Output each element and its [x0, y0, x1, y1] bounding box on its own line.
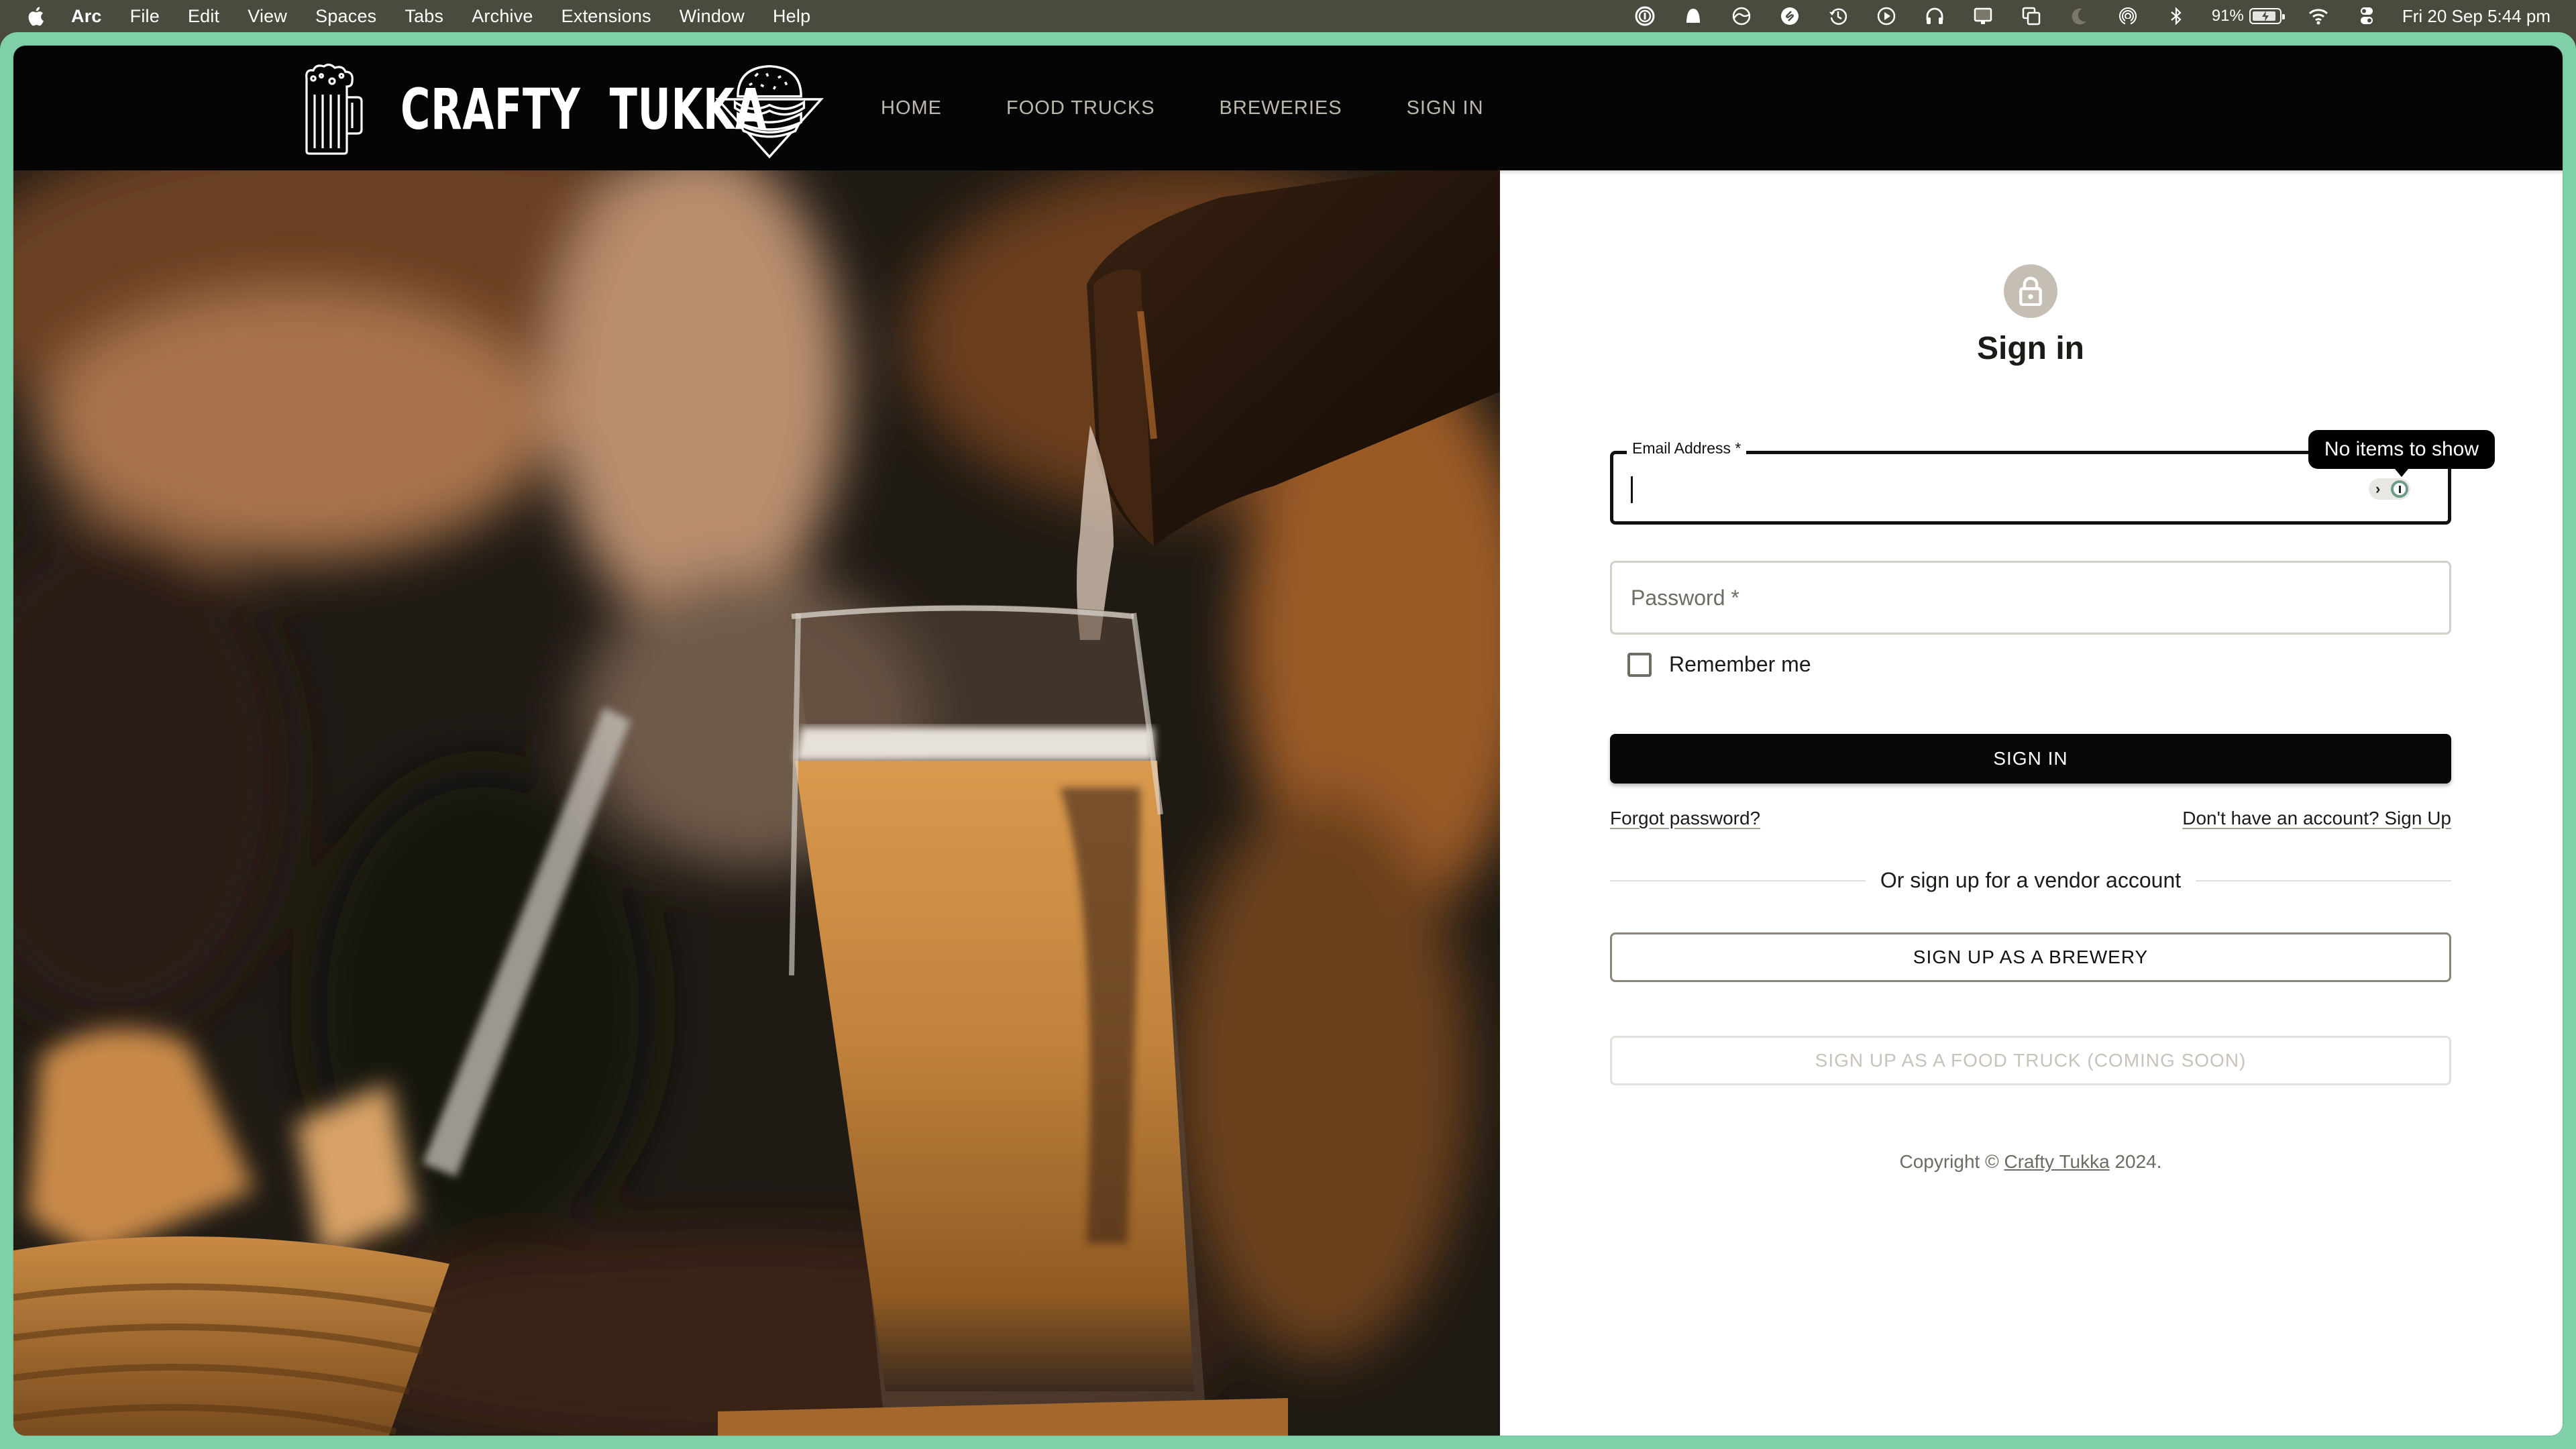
site-header: CRAFTY TUKKA HOME FOOD TRUCKS BREWERIES S… — [13, 46, 2563, 170]
nav-breweries[interactable]: BREWERIES — [1220, 97, 1342, 119]
nav-home[interactable]: HOME — [881, 97, 942, 119]
hero-image — [13, 170, 1500, 1436]
control-center-icon[interactable] — [2355, 5, 2378, 28]
beer-pour-photo — [13, 170, 1500, 1436]
browser-window: CRAFTY TUKKA HOME FOOD TRUCKS BREWERIES S… — [13, 46, 2563, 1436]
battery-icon — [2249, 8, 2285, 24]
sign-up-link[interactable]: Don't have an account? Sign Up — [2182, 808, 2451, 829]
menu-tabs[interactable]: Tabs — [405, 6, 443, 27]
display-icon[interactable] — [1972, 5, 1994, 28]
brand-wordmark: CRAFTY TUKKA — [400, 76, 766, 142]
clock[interactable]: Fri 20 Sep 5:44 pm — [2402, 6, 2551, 27]
auth-links: Forgot password? Don't have an account? … — [1610, 808, 2451, 829]
menu-view[interactable]: View — [248, 6, 287, 27]
1password-autofill-icon — [2391, 480, 2408, 498]
1password-icon[interactable] — [1633, 5, 1656, 28]
text-cursor — [1631, 476, 1633, 503]
menu-file[interactable]: File — [130, 6, 160, 27]
copyright-suffix: 2024. — [2109, 1151, 2162, 1172]
battery-percent: 91% — [2211, 7, 2244, 25]
notification-bell-icon[interactable] — [1682, 5, 1705, 28]
vendor-divider: Or sign up for a vendor account — [1610, 868, 2451, 893]
nav-food-trucks[interactable]: FOOD TRUCKS — [1006, 97, 1155, 119]
brand-word-1: CRAFTY — [400, 76, 581, 142]
menu-spaces[interactable]: Spaces — [315, 6, 376, 27]
page-title: Sign in — [1977, 331, 2084, 366]
remember-me[interactable]: Remember me — [1610, 652, 1811, 677]
forgot-password-link[interactable]: Forgot password? — [1610, 808, 1760, 829]
menu-edit[interactable]: Edit — [188, 6, 219, 27]
divider-text: Or sign up for a vendor account — [1880, 868, 2182, 892]
signin-panel: Sign in Email Address * › No items to sh… — [1500, 170, 2563, 1436]
copyright-link[interactable]: Crafty Tukka — [2004, 1151, 2110, 1172]
sign-in-button[interactable]: SIGN IN — [1610, 734, 2451, 784]
email-field[interactable]: Email Address * › No items to show — [1610, 430, 2495, 525]
password-manager-icon[interactable]: › — [2369, 478, 2410, 500]
menu-archive[interactable]: Archive — [472, 6, 533, 27]
password-field[interactable] — [1610, 561, 2451, 635]
main-nav: HOME FOOD TRUCKS BREWERIES SIGN IN — [881, 46, 1548, 170]
screen-mirroring-icon[interactable] — [2020, 5, 2043, 28]
apple-menu-icon[interactable] — [27, 5, 46, 27]
beer-mug-icon — [305, 63, 363, 155]
wifi-icon[interactable] — [2307, 5, 2330, 28]
bluetooth-icon[interactable] — [2165, 5, 2188, 28]
macos-menubar: Arc File Edit View Spaces Tabs Archive E… — [0, 0, 2576, 32]
lock-icon — [2019, 276, 2042, 306]
divider-line-right — [2196, 879, 2451, 881]
lock-avatar — [2004, 264, 2057, 318]
menu-extensions[interactable]: Extensions — [561, 6, 651, 27]
chevron-right-icon: › — [2375, 480, 2381, 497]
battery-indicator[interactable]: 91% — [2211, 7, 2285, 25]
time-machine-icon[interactable] — [1827, 5, 1849, 28]
autofill-tooltip: No items to show — [2308, 430, 2495, 477]
nav-sign-in[interactable]: SIGN IN — [1407, 97, 1484, 119]
sign-up-brewery-button[interactable]: SIGN UP AS A BREWERY — [1610, 932, 2451, 982]
sign-up-food-truck-button: SIGN UP AS A FOOD TRUCK (COMING SOON) — [1610, 1036, 2451, 1085]
headphones-icon[interactable] — [1923, 5, 1946, 28]
arc-icon[interactable] — [1730, 5, 1753, 28]
copyright: Copyright © Crafty Tukka 2024. — [1610, 1151, 2451, 1173]
copyright-prefix: Copyright © — [1899, 1151, 2004, 1172]
menu-help[interactable]: Help — [773, 6, 810, 27]
airdrop-icon[interactable] — [2116, 5, 2139, 28]
menu-app-name[interactable]: Arc — [71, 6, 102, 27]
shazam-icon[interactable] — [1778, 5, 1801, 28]
remember-me-label: Remember me — [1669, 652, 1811, 676]
focus-moon-icon[interactable] — [2068, 5, 2091, 28]
brand-word-2: TUKKA — [609, 76, 767, 142]
divider-line-left — [1610, 879, 1866, 881]
play-icon[interactable] — [1875, 5, 1898, 28]
menu-window[interactable]: Window — [680, 6, 745, 27]
password-input[interactable] — [1612, 563, 2449, 633]
site-logo[interactable]: CRAFTY TUKKA — [299, 59, 830, 160]
remember-me-checkbox[interactable] — [1627, 652, 1652, 677]
